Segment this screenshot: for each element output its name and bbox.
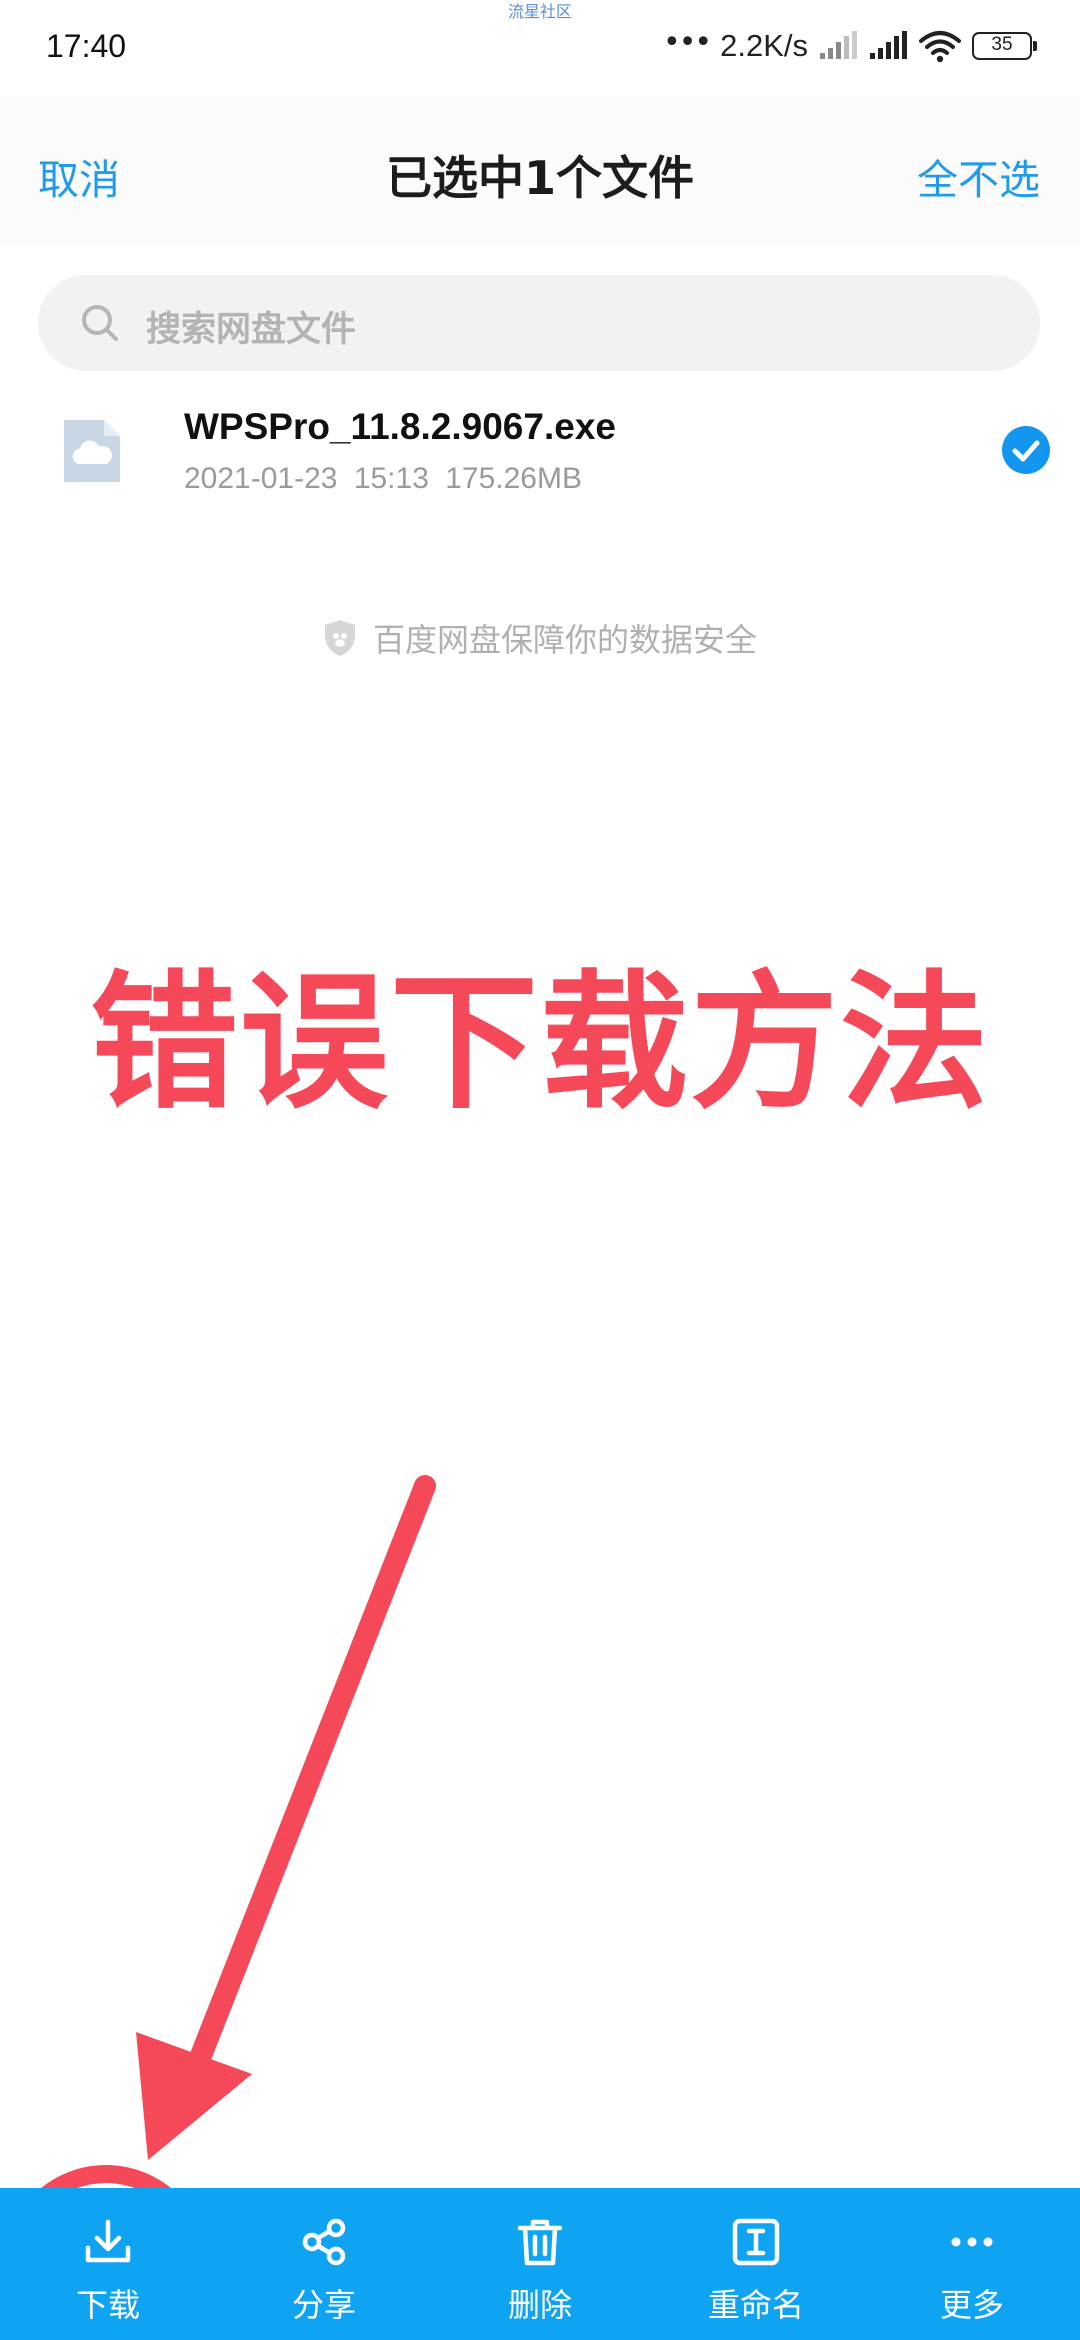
download-label: 下载 bbox=[75, 2286, 140, 2324]
rename-label: 重命名 bbox=[707, 2286, 804, 2324]
file-size: 175.26MB bbox=[445, 462, 582, 495]
annotation-caption: 错误下载方法 bbox=[90, 957, 990, 1129]
search-input[interactable]: 搜索网盘文件 bbox=[38, 275, 1040, 371]
rename-button[interactable]: 重命名 bbox=[648, 2188, 864, 2340]
shield-icon bbox=[324, 620, 355, 656]
wifi-icon bbox=[919, 31, 961, 63]
bottom-action-bar: 下载 分享 删除 重命名 更多 bbox=[0, 2188, 1080, 2340]
selection-header: 取消 已选中1个文件 全不选 bbox=[0, 96, 1080, 246]
checkmark-icon[interactable] bbox=[1002, 426, 1050, 474]
cloud-file-icon bbox=[64, 420, 120, 482]
share-icon bbox=[302, 2218, 346, 2266]
trash-icon bbox=[517, 2219, 563, 2266]
file-time: 15:13 bbox=[353, 462, 429, 495]
network-speed: 2.2K/s bbox=[720, 28, 808, 63]
share-label: 分享 bbox=[291, 2286, 356, 2324]
rename-icon bbox=[732, 2218, 780, 2266]
more-button[interactable]: 更多 bbox=[864, 2188, 1080, 2340]
security-text: 百度网盘保障你的数据安全 bbox=[372, 621, 757, 659]
more-icon bbox=[951, 2237, 993, 2247]
share-button[interactable]: 分享 bbox=[216, 2188, 432, 2340]
file-date: 2021-01-23 bbox=[184, 462, 338, 495]
security-note: 百度网盘保障你的数据安全 bbox=[0, 615, 1080, 661]
status-indicators: ••• 2.2K/s 35 bbox=[663, 25, 1037, 66]
battery-indicator: 35 bbox=[972, 32, 1037, 60]
file-list-item[interactable]: WPSPro_11.8.2.9067.exe 2021-01-23 15:13 … bbox=[0, 390, 1080, 510]
download-icon bbox=[85, 2219, 131, 2263]
download-button[interactable]: 下载 bbox=[0, 2188, 216, 2340]
search-icon bbox=[82, 305, 118, 341]
delete-button[interactable]: 删除 bbox=[432, 2188, 648, 2340]
deselect-all-button[interactable]: 全不选 bbox=[917, 146, 1040, 206]
search-placeholder: 搜索网盘文件 bbox=[146, 310, 357, 350]
file-meta: 2021-01-23 15:13 175.26MB bbox=[184, 462, 582, 496]
status-bar: 17:40 ••• 2.2K/s 35 bbox=[0, 0, 1080, 96]
status-time: 17:40 bbox=[46, 28, 127, 64]
cellular-signal-icon bbox=[820, 31, 857, 59]
file-name: WPSPro_11.8.2.9067.exe bbox=[184, 406, 616, 447]
cellular-signal-icon-2 bbox=[870, 31, 907, 59]
delete-label: 删除 bbox=[507, 2286, 572, 2324]
status-dots: ••• bbox=[663, 25, 712, 60]
more-label: 更多 bbox=[939, 2286, 1004, 2324]
